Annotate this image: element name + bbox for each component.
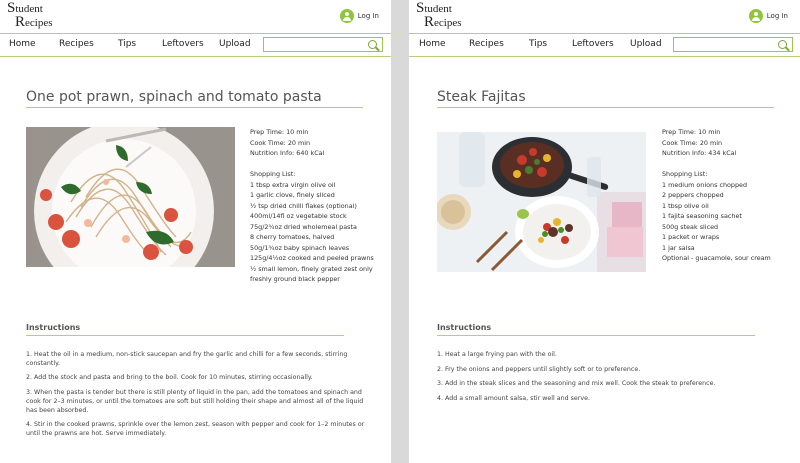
shopping-list-heading: Shopping List: — [662, 170, 708, 178]
instruction-step: 4. Add a small amount salsa, stir well a… — [437, 395, 590, 403]
instruction-step: 4. Stir in the cooked prawns, sprinkle o… — [26, 421, 365, 437]
title-divider — [26, 107, 363, 108]
cook-time: Cook Time: 20 min — [662, 138, 723, 147]
title-divider — [437, 107, 774, 108]
shopping-item: 1 tbsp olive oil — [662, 201, 709, 210]
instructions-heading: Instructions — [26, 323, 81, 332]
instruction-step: 3. Add in the steak slices and the seaso… — [437, 380, 716, 388]
nav-tips[interactable]: Tips — [118, 39, 136, 49]
page-title: Steak Fajitas — [437, 89, 526, 105]
shopping-item: 75g/2¾oz dried wholemeal pasta — [250, 222, 357, 231]
nutrition-info: Nutrition Info: 434 kCal — [662, 149, 737, 157]
nav-leftovers[interactable]: Leftovers — [162, 39, 204, 49]
shopping-item: 1 jar salsa — [662, 243, 695, 252]
instruction-step: 1. Heat a large frying pan with the oil. — [437, 351, 557, 358]
shopping-item: 50g/1¾oz baby spinach leaves — [250, 243, 350, 252]
nav-leftovers[interactable]: Leftovers — [572, 39, 614, 49]
shopping-item: Optional - guacamole, sour cream — [662, 254, 771, 262]
shopping-item: ½ small lemon, finely grated zest only — [250, 264, 373, 273]
login-label: Log In — [766, 12, 788, 20]
instructions-divider — [26, 335, 344, 336]
prep-time: Prep Time: 10 min — [662, 128, 721, 136]
split-view: Student Recipes Log In Home Recipes Tips… — [0, 0, 800, 463]
nav-home[interactable]: Home — [9, 39, 36, 49]
login-button[interactable]: Log In — [748, 9, 788, 23]
nav-recipes[interactable]: Recipes — [469, 39, 504, 49]
instructions-list: 1. Heat a large frying pan with the oil.… — [437, 351, 777, 410]
instruction-step: 2. Fry the onions and peppers until slig… — [437, 365, 641, 373]
site-header: Student Recipes Log In — [0, 0, 391, 33]
recipe-page-pasta: Student Recipes Log In Home Recipes Tips… — [0, 0, 391, 463]
prep-time: Prep Time: 10 min — [250, 128, 309, 136]
shopping-item: 8 cherry tomatoes, halved — [250, 233, 335, 241]
nav-upload[interactable]: Upload — [219, 39, 251, 49]
shopping-item: 1 medium onions chopped — [662, 180, 748, 189]
shopping-item: 1 tbsp extra virgin olive oil — [250, 180, 336, 189]
main-nav: Home Recipes Tips Leftovers Upload — [409, 33, 800, 57]
search-input[interactable] — [263, 37, 383, 52]
nav-home[interactable]: Home — [419, 39, 446, 49]
search-icon[interactable] — [368, 40, 377, 49]
instruction-step: 3. When the pasta is tender but there is… — [26, 389, 364, 414]
shopping-item: freshly ground black pepper — [250, 275, 340, 283]
recipe-photo — [26, 127, 235, 267]
nav-tips[interactable]: Tips — [529, 39, 547, 49]
shopping-item: 2 peppers chopped — [662, 191, 724, 199]
instructions-heading: Instructions — [437, 323, 492, 332]
nav-upload[interactable]: Upload — [630, 39, 662, 49]
search-icon[interactable] — [778, 40, 787, 49]
nav-recipes[interactable]: Recipes — [59, 39, 94, 49]
user-icon — [748, 9, 763, 23]
recipe-info: Prep Time: 10 min Cook Time: 20 min Nutr… — [250, 127, 374, 285]
user-icon — [339, 9, 354, 23]
login-button[interactable]: Log In — [339, 9, 379, 23]
shopping-list-heading: Shopping List: — [250, 170, 296, 178]
shopping-item: 500g steak sliced — [662, 222, 719, 231]
shopping-item: 400ml/14fl oz vegetable stock — [250, 212, 347, 220]
cook-time: Cook Time: 20 min — [250, 138, 311, 147]
shopping-item: ½ tsp dried chilli flakes (optional) — [250, 201, 357, 210]
instructions-list: 1. Heat the oil in a medium, non-stick s… — [26, 351, 366, 445]
site-logo[interactable]: Student Recipes — [7, 1, 53, 30]
site-logo[interactable]: Student Recipes — [416, 1, 462, 30]
shopping-item: 1 packet or wraps — [662, 233, 720, 241]
shopping-item: 1 fajita seasoning sachet — [662, 212, 742, 220]
site-header: Student Recipes Log In — [409, 0, 800, 33]
recipe-page-fajitas: Student Recipes Log In Home Recipes Tips… — [409, 0, 800, 463]
recipe-photo — [437, 132, 646, 272]
page-title: One pot prawn, spinach and tomato pasta — [26, 89, 322, 105]
shopping-item: 1 garlic clove, finely sliced — [250, 191, 335, 199]
instruction-step: 2. Add the stock and pasta and bring to … — [26, 374, 313, 382]
instructions-divider — [437, 335, 755, 336]
search-input[interactable] — [673, 37, 793, 52]
nutrition-info: Nutrition Info: 640 kCal — [250, 149, 325, 157]
login-label: Log In — [357, 12, 379, 20]
recipe-info: Prep Time: 10 min Cook Time: 20 min Nutr… — [662, 127, 771, 264]
instruction-step: 1. Heat the oil in a medium, non-stick s… — [26, 351, 348, 367]
main-nav: Home Recipes Tips Leftovers Upload — [0, 33, 391, 57]
shopping-item: 125g/4½oz cooked and peeled prawns — [250, 254, 374, 262]
